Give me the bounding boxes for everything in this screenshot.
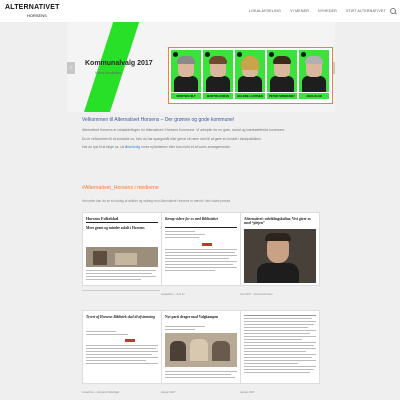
logo-subtitle: HORSENS: [27, 13, 47, 18]
hero-subtitle: Vores kandidater: [95, 71, 122, 75]
clipping-masthead: Horsens Folkeblad: [86, 216, 119, 221]
party-badge-icon: [301, 52, 306, 57]
clipping-headline: Alternativet: udviklingskultur. Vivi giv…: [244, 217, 311, 225]
clipping-caption: Læserbrev – Juni 17: [161, 293, 185, 296]
candidate-photo: [171, 50, 201, 92]
candidate-name: PETER SØNDERBY: [267, 93, 297, 99]
clipping-caption: Læserbrev – Horsens Folkeblad: [82, 391, 119, 394]
party-badge-icon: [205, 52, 210, 57]
intro-paragraph: Du er velkommen til at kontakte os, hvis…: [82, 136, 262, 141]
nav-item-vi-mener[interactable]: VI MENER: [290, 9, 309, 13]
hero-stripe: [77, 22, 143, 112]
intro-paragraph: Har du lyst til at følge os, så tilmeld …: [82, 145, 332, 150]
intro-text: vores nyhedsbrev eller kom forbi et af v…: [140, 145, 231, 150]
search-icon[interactable]: [390, 8, 396, 14]
candidate-name: MARTIN HOMAN: [203, 93, 233, 99]
clipping-caption: Januar 2017: [161, 391, 176, 394]
intro-heading: Velkommen til Alternativet Horsens – Der…: [82, 117, 235, 123]
clipping-image: Tyveri af Horsens Bibliotek skal til afs…: [82, 310, 162, 384]
nav-item-lokalafdeling[interactable]: LOKALAFDELING: [249, 9, 281, 13]
logo-text: ALTERNATIVET: [5, 4, 60, 11]
clipping-image: Kæmp videre for os med Biblioteket: [161, 212, 241, 286]
site-logo[interactable]: ALTERNATIVET HORSENS: [5, 4, 59, 20]
clipping-headline: Tyveri af Horsens Bibliotek skal til afs…: [86, 315, 155, 319]
clipping-headline: Mere grønt og mindre asfalt i Horsens: [86, 226, 145, 230]
newsletter-link[interactable]: tilmeld dig: [125, 145, 140, 149]
party-badge-icon: [173, 52, 178, 57]
party-badge-icon: [269, 52, 274, 57]
intro-section: Velkommen til Alternativet Horsens – Der…: [82, 117, 332, 154]
nav-item-stoet[interactable]: STØT ALTERNATIVET: [346, 9, 386, 13]
candidate-name: MORTEN HILT: [171, 93, 201, 99]
clipping-caption: Juni 2017 – Horsens Posten: [240, 293, 273, 296]
clipping-image: Horsens Folkeblad Mere grønt og mindre a…: [82, 212, 162, 286]
clipping-image: Nyt parti drager mod Valgkampen: [161, 310, 241, 384]
candidate-name: HELENE LAURSEN: [235, 93, 265, 99]
clipping-headline: Kæmp videre for os med Biblioteket: [165, 217, 218, 221]
clipping-image: [240, 310, 320, 384]
page: ALTERNATIVET HORSENS LOKALAFDELING VI ME…: [0, 0, 400, 400]
candidate-photo: [203, 50, 233, 92]
intro-paragraph: Alternativet Horsens er lokalafdelingen …: [82, 128, 286, 132]
nav-item-nyheder[interactable]: NYHEDER: [318, 9, 337, 13]
media-section-description: Herunder kan du se et udvalg af artikler…: [82, 199, 232, 203]
candidate-photo: [235, 50, 265, 92]
main-nav: LOKALAFDELING VI MENER NYHEDER STØT ALTE…: [249, 9, 386, 13]
clipping-image: Alternativet: udviklingskultur. Vivi giv…: [240, 212, 320, 286]
clipping-headline: Nyt parti drager mod Valgkampen: [165, 315, 219, 319]
clipping-caption: Januar 2017: [240, 391, 255, 394]
party-badge-icon: [237, 52, 242, 57]
candidates-panel: MORTEN HILT MARTIN HOMAN HELENE LAURSEN …: [168, 47, 333, 104]
site-header: ALTERNATIVET HORSENS LOKALAFDELING VI ME…: [0, 0, 400, 22]
candidate-name: JAN HALSE: [299, 93, 329, 99]
candidate-photo: [267, 50, 297, 92]
hero-title: Kommunalvalg 2017: [85, 60, 153, 67]
slider-prev-button[interactable]: ‹: [67, 62, 75, 74]
intro-text: Har du lyst til at følge os, så: [82, 145, 125, 150]
candidate-photo: [299, 50, 329, 92]
media-section-title: #Alternativet_Horsens i medierne: [82, 185, 159, 191]
